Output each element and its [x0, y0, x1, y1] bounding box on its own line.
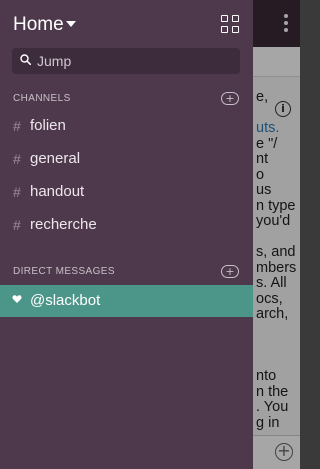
chevron-down-icon[interactable] — [66, 21, 76, 27]
channel-item-folien[interactable]: # folien — [0, 112, 253, 145]
hash-icon: # — [13, 118, 21, 134]
channel-label: handout — [30, 183, 85, 200]
hash-icon: # — [13, 184, 21, 200]
search-icon — [20, 54, 31, 65]
navigation-drawer: Home CHANNELS + # folien # general # han… — [0, 0, 253, 469]
heart-icon — [12, 295, 22, 303]
channel-item-general[interactable]: # general — [0, 145, 253, 178]
hash-icon: # — [13, 217, 21, 233]
dm-label: @slackbot — [30, 292, 101, 309]
home-title[interactable]: Home — [13, 14, 64, 36]
grid-icon[interactable] — [221, 15, 239, 33]
jump-search[interactable] — [12, 48, 240, 74]
hash-icon: # — [13, 151, 21, 167]
channel-item-handout[interactable]: # handout — [0, 178, 253, 211]
direct-messages-label: DIRECT MESSAGES — [13, 266, 115, 277]
add-direct-message-icon[interactable]: + — [221, 265, 239, 278]
channels-section-header: CHANNELS + — [13, 92, 240, 108]
add-channel-icon[interactable]: + — [221, 92, 239, 105]
direct-messages-section-header: DIRECT MESSAGES + — [13, 265, 240, 281]
channels-label: CHANNELS — [13, 93, 71, 104]
drawer-header: Home — [0, 0, 253, 48]
channel-label: general — [30, 150, 81, 167]
jump-input[interactable] — [37, 48, 232, 74]
dm-item-slackbot[interactable]: @slackbot — [0, 285, 253, 317]
channel-item-recherche[interactable]: # recherche — [0, 211, 253, 244]
channel-label: recherche — [30, 216, 97, 233]
channel-label: folien — [30, 117, 66, 134]
